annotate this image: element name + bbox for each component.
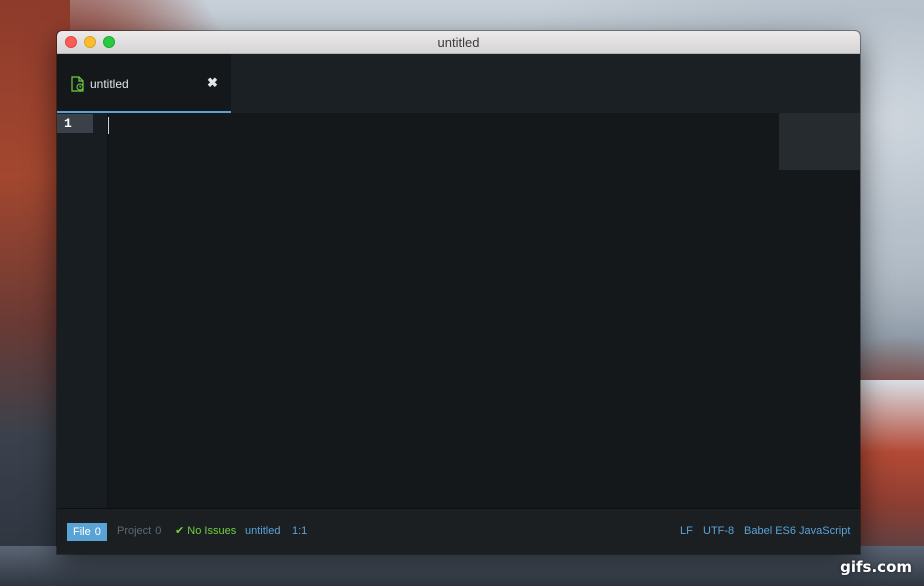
file-issues-button[interactable]: File 0 — [67, 523, 107, 541]
project-label: Project — [117, 525, 152, 537]
project-count: 0 — [155, 525, 162, 537]
file-count: 0 — [94, 526, 101, 538]
editor-window: untitled untitled ✖ 1 File 0 Project 0 ✔… — [57, 31, 860, 554]
line-number: 1 — [57, 114, 93, 133]
watermark: gifs.com — [840, 558, 912, 576]
window-title: untitled — [437, 35, 480, 50]
tab-bar: untitled ✖ — [57, 54, 860, 113]
line-ending-selector[interactable]: LF — [680, 525, 693, 538]
status-bar: File 0 Project 0 ✔ No Issues untitled 1:1 … — [57, 508, 860, 554]
tab-untitled[interactable]: untitled ✖ — [57, 54, 231, 113]
minimap[interactable] — [779, 113, 860, 170]
text-cursor — [108, 117, 109, 134]
grammar-selector[interactable]: Babel ES6 JavaScript — [744, 525, 850, 538]
cursor-position[interactable]: 1:1 — [292, 525, 307, 538]
title-bar[interactable]: untitled — [57, 31, 860, 54]
project-issues-button[interactable]: Project 0 — [117, 525, 161, 538]
status-filename[interactable]: untitled — [245, 525, 280, 538]
lint-status[interactable]: ✔ No Issues — [175, 525, 236, 538]
line-gutter: 1 — [57, 113, 108, 508]
encoding-selector[interactable]: UTF-8 — [703, 525, 734, 538]
tab-close-icon[interactable]: ✖ — [207, 75, 218, 91]
file-label: File — [73, 526, 91, 538]
file-icon — [71, 76, 85, 92]
editor-area[interactable]: 1 — [57, 113, 860, 508]
check-icon: ✔ — [175, 525, 185, 537]
tab-label: untitled — [90, 77, 129, 91]
lint-status-label: No Issues — [187, 525, 237, 537]
